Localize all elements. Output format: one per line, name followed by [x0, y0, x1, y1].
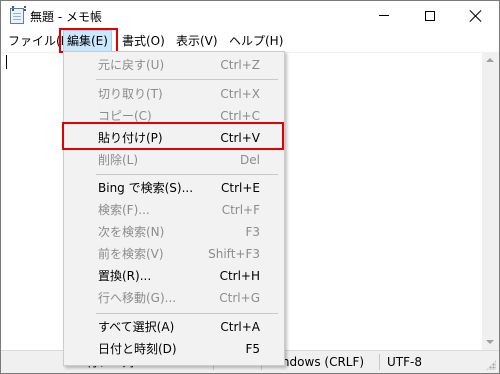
menu-item-shortcut: Ctrl+F	[221, 203, 260, 217]
menu-item-label: 元に戻す(U)	[98, 58, 165, 72]
vertical-scrollbar[interactable]	[482, 52, 499, 350]
highlight-box-edit-menu	[59, 28, 118, 53]
scroll-down-icon[interactable]	[486, 340, 494, 344]
resize-grip-icon[interactable]	[486, 360, 496, 370]
menu-item-delete[interactable]: 削除(L) Del	[64, 149, 284, 171]
menu-item-shortcut: F3	[245, 225, 260, 239]
scroll-up-icon[interactable]	[486, 58, 494, 62]
menu-separator	[96, 174, 278, 175]
menu-item-find-previous[interactable]: 前を検索(V) Shift+F3	[64, 243, 284, 265]
menu-separator	[96, 313, 278, 314]
menu-help[interactable]: ヘルプ(H)	[226, 30, 286, 52]
text-caret	[6, 55, 7, 69]
edit-menu-dropdown: 元に戻す(U) Ctrl+Z 切り取り(T) Ctrl+X コピー(C) Ctr…	[63, 51, 285, 366]
menu-item-shortcut: Del	[240, 153, 260, 167]
menu-item-label: 置換(R)...	[98, 269, 152, 283]
menu-item-go-to[interactable]: 行へ移動(G)... Ctrl+G	[64, 287, 284, 309]
menu-item-label: 前を検索(V)	[98, 247, 164, 261]
menu-item-shortcut: Ctrl+E	[221, 181, 260, 195]
highlight-box-paste	[62, 122, 284, 150]
menu-item-bing-search[interactable]: Bing で検索(S)... Ctrl+E	[64, 177, 284, 199]
menu-separator	[96, 79, 278, 80]
notepad-icon	[10, 6, 26, 24]
window-title: 無題 - メモ帳	[30, 10, 102, 24]
menu-item-shortcut: F5	[245, 342, 260, 356]
maximize-button[interactable]	[407, 1, 453, 30]
menu-item-shortcut: Ctrl+H	[219, 269, 260, 283]
menu-item-cut[interactable]: 切り取り(T) Ctrl+X	[64, 83, 284, 105]
menu-item-label: 検索(F)...	[98, 203, 150, 217]
minimize-button[interactable]	[361, 1, 407, 30]
menu-item-shortcut: Ctrl+X	[220, 87, 260, 101]
menu-item-shortcut: Ctrl+G	[219, 291, 260, 305]
menu-item-label: 日付と時刻(D)	[98, 342, 177, 356]
menu-item-label: 切り取り(T)	[98, 87, 163, 101]
menu-item-select-all[interactable]: すべて選択(A) Ctrl+A	[64, 316, 284, 338]
menu-item-shortcut: Ctrl+A	[220, 320, 260, 334]
status-encoding: UTF-8	[387, 355, 422, 369]
maximize-icon	[425, 10, 435, 21]
status-separator	[379, 354, 380, 370]
menu-item-label: 削除(L)	[98, 153, 139, 167]
menu-item-date-time[interactable]: 日付と時刻(D) F5	[64, 338, 284, 360]
title-bar[interactable]: 無題 - メモ帳	[1, 1, 499, 30]
menu-item-label: 次を検索(N)	[98, 225, 165, 239]
close-icon	[470, 10, 482, 22]
menu-item-find-next[interactable]: 次を検索(N) F3	[64, 221, 284, 243]
menu-item-label: Bing で検索(S)...	[98, 181, 194, 195]
menu-item-shortcut: Shift+F3	[208, 247, 260, 261]
menu-format[interactable]: 書式(O)	[119, 30, 168, 52]
menu-item-label: 行へ移動(G)...	[98, 291, 177, 305]
menu-item-shortcut: Ctrl+Z	[220, 58, 260, 72]
minimize-icon	[379, 15, 389, 16]
menu-item-find[interactable]: 検索(F)... Ctrl+F	[64, 199, 284, 221]
menu-item-label: すべて選択(A)	[98, 320, 175, 334]
close-button[interactable]	[453, 1, 499, 30]
menu-view[interactable]: 表示(V)	[173, 30, 221, 52]
menu-item-replace[interactable]: 置換(R)... Ctrl+H	[64, 265, 284, 287]
menu-item-undo[interactable]: 元に戻す(U) Ctrl+Z	[64, 54, 284, 76]
